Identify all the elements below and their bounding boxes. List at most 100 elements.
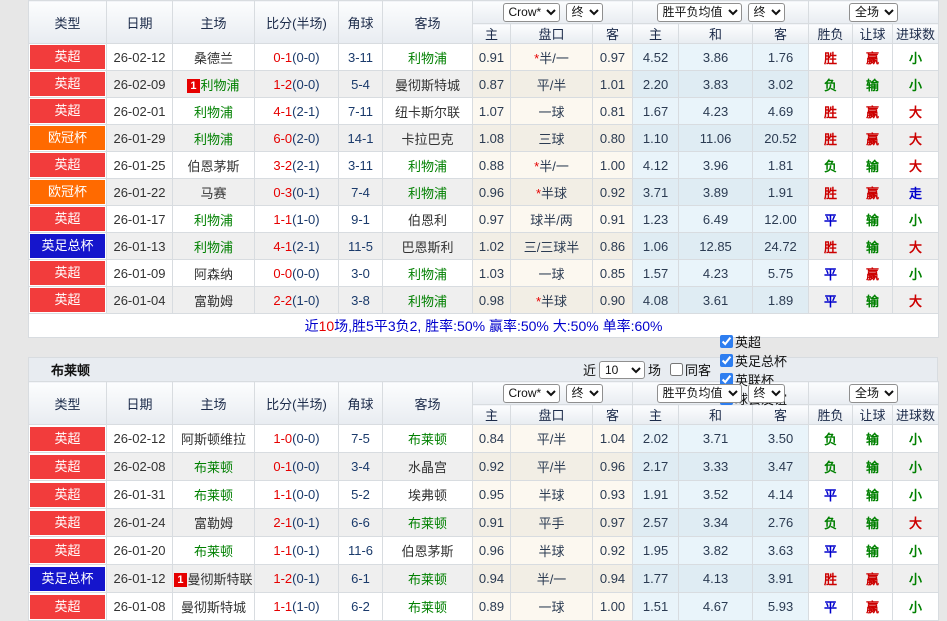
subcol-away-odds: 客 bbox=[593, 405, 633, 425]
match-date: 26-02-08 bbox=[107, 453, 173, 481]
match-date: 26-01-24 bbox=[107, 509, 173, 537]
match-date: 26-01-29 bbox=[107, 125, 173, 152]
handicap-line: 球半/两 bbox=[511, 206, 593, 233]
scope-select[interactable]: 全场 bbox=[849, 3, 898, 22]
avg-draw-odds: 11.06 bbox=[679, 125, 753, 152]
fulltime-score: 0-1 bbox=[273, 459, 292, 474]
result-handicap: 输 bbox=[866, 460, 879, 475]
corner-count: 3-0 bbox=[339, 260, 383, 287]
fulltime-score: 4-1 bbox=[273, 239, 292, 254]
match-row: 英超26-01-04富勒姆2-2(1-0)3-8利物浦0.98*半球0.904.… bbox=[29, 287, 939, 314]
subcol-avg-home: 主 bbox=[633, 405, 679, 425]
home-odds: 1.02 bbox=[473, 233, 511, 260]
match-row: 英足总杯26-01-121曼彻斯特联1-2(0-1)6-1布莱顿0.94半/一0… bbox=[29, 565, 939, 593]
corner-count: 5-4 bbox=[339, 71, 383, 98]
match-date: 26-01-22 bbox=[107, 179, 173, 206]
scope-select[interactable]: 全场 bbox=[849, 384, 898, 403]
match-date: 26-01-09 bbox=[107, 260, 173, 287]
final-select[interactable]: 终 bbox=[566, 3, 603, 22]
match-row: 英超26-01-20布莱顿1-1(0-1)11-6伯恩茅斯0.96半球0.921… bbox=[29, 537, 939, 565]
halftime-score: (0-0) bbox=[292, 50, 319, 65]
halftime-score: (0-0) bbox=[292, 487, 319, 502]
league-badge: 英超 bbox=[30, 153, 105, 177]
handicap-line: *半/一 bbox=[511, 44, 593, 71]
match-row: 英超26-01-25伯恩茅斯3-2(2-1)3-11利物浦0.88*半/一1.0… bbox=[29, 152, 939, 179]
home-team: 布莱顿 bbox=[194, 460, 233, 475]
avg-draw-odds: 3.89 bbox=[679, 179, 753, 206]
avg-away-odds: 3.63 bbox=[753, 537, 809, 565]
corner-count: 5-2 bbox=[339, 481, 383, 509]
result-wdl: 胜 bbox=[824, 572, 837, 587]
bookmaker-select[interactable]: Crow* bbox=[503, 384, 560, 403]
league-filter[interactable]: 英足总杯 bbox=[714, 351, 787, 370]
avg-home-odds: 1.77 bbox=[633, 565, 679, 593]
avg-away-odds: 12.00 bbox=[753, 206, 809, 233]
avg-home-odds: 2.02 bbox=[633, 425, 679, 453]
match-row: 英超26-02-08布莱顿0-1(0-0)3-4水晶宫0.92平/半0.962.… bbox=[29, 453, 939, 481]
avg-away-odds: 1.89 bbox=[753, 287, 809, 314]
away-odds: 0.97 bbox=[593, 44, 633, 71]
same-away-filter[interactable]: 同客 bbox=[664, 360, 711, 379]
scope-group-header: 全场 bbox=[809, 382, 939, 405]
avg-away-odds: 20.52 bbox=[753, 125, 809, 152]
avg-odds-select[interactable]: 胜平负均值 bbox=[657, 384, 742, 403]
away-team: 曼彻斯特城 bbox=[395, 78, 460, 93]
fulltime-score: 1-2 bbox=[273, 77, 292, 92]
handicap-line: 三/三球半 bbox=[511, 233, 593, 260]
final-select[interactable]: 终 bbox=[748, 3, 785, 22]
handicap-line: *半球 bbox=[511, 287, 593, 314]
match-date: 26-01-12 bbox=[107, 565, 173, 593]
league-filter-label: 英超 bbox=[735, 332, 761, 351]
match-row: 英超26-02-091利物浦1-2(0-0)5-4曼彻斯特城0.87平/半1.0… bbox=[29, 71, 939, 98]
match-date: 26-01-08 bbox=[107, 593, 173, 621]
col-date: 日期 bbox=[107, 382, 173, 425]
result-handicap: 输 bbox=[866, 516, 879, 531]
final-select[interactable]: 终 bbox=[748, 384, 785, 403]
result-handicap: 输 bbox=[866, 488, 879, 503]
handicap-line: *半/一 bbox=[511, 152, 593, 179]
avg-odds-select[interactable]: 胜平负均值 bbox=[657, 3, 742, 22]
halftime-score: (1-0) bbox=[292, 599, 319, 614]
subcol-goals: 进球数 bbox=[893, 405, 939, 425]
halftime-score: (0-1) bbox=[292, 543, 319, 558]
same-away-checkbox[interactable] bbox=[670, 363, 683, 376]
fulltime-score: 2-1 bbox=[273, 515, 292, 530]
home-team: 马赛 bbox=[200, 186, 226, 201]
avg-away-odds: 3.02 bbox=[753, 71, 809, 98]
result-wdl: 平 bbox=[824, 213, 837, 228]
handicap-line: 一球 bbox=[511, 593, 593, 621]
league-filter[interactable]: 英超 bbox=[714, 332, 787, 351]
star-marker: * bbox=[536, 294, 541, 309]
avg-draw-odds: 4.67 bbox=[679, 593, 753, 621]
away-team: 布莱顿 bbox=[408, 432, 447, 447]
avg-draw-odds: 6.49 bbox=[679, 206, 753, 233]
col-home: 主场 bbox=[173, 382, 255, 425]
avg-home-odds: 1.95 bbox=[633, 537, 679, 565]
home-odds: 0.96 bbox=[473, 179, 511, 206]
home-team: 利物浦 bbox=[194, 213, 233, 228]
match-row: 英超26-02-01利物浦4-1(2-1)7-11纽卡斯尔联1.07一球0.81… bbox=[29, 98, 939, 125]
home-team: 伯恩茅斯 bbox=[187, 159, 239, 174]
col-type: 类型 bbox=[29, 1, 107, 44]
result-handicap: 赢 bbox=[866, 51, 879, 66]
halftime-score: (2-1) bbox=[292, 158, 319, 173]
match-date: 26-02-12 bbox=[107, 425, 173, 453]
match-row: 英超26-01-09阿森纳0-0(0-0)3-0利物浦1.03一球0.851.5… bbox=[29, 260, 939, 287]
away-odds: 0.94 bbox=[593, 565, 633, 593]
rank-badge: 1 bbox=[174, 573, 186, 587]
fulltime-score: 1-2 bbox=[273, 571, 292, 586]
away-team: 巴恩斯利 bbox=[401, 240, 453, 255]
home-odds: 0.96 bbox=[473, 537, 511, 565]
handicap-line: 半球 bbox=[511, 481, 593, 509]
home-odds: 1.08 bbox=[473, 125, 511, 152]
result-goals: 小 bbox=[909, 78, 922, 93]
avg-home-odds: 1.06 bbox=[633, 233, 679, 260]
final-select[interactable]: 终 bbox=[566, 384, 603, 403]
league-badge: 英超 bbox=[30, 261, 105, 285]
league-filter-checkbox[interactable] bbox=[720, 335, 733, 348]
bookmaker-select[interactable]: Crow* bbox=[503, 3, 560, 22]
match-date: 26-01-20 bbox=[107, 537, 173, 565]
league-filter-checkbox[interactable] bbox=[720, 354, 733, 367]
handicap-line: *半球 bbox=[511, 179, 593, 206]
recent-count-select[interactable]: 10 bbox=[599, 361, 645, 379]
